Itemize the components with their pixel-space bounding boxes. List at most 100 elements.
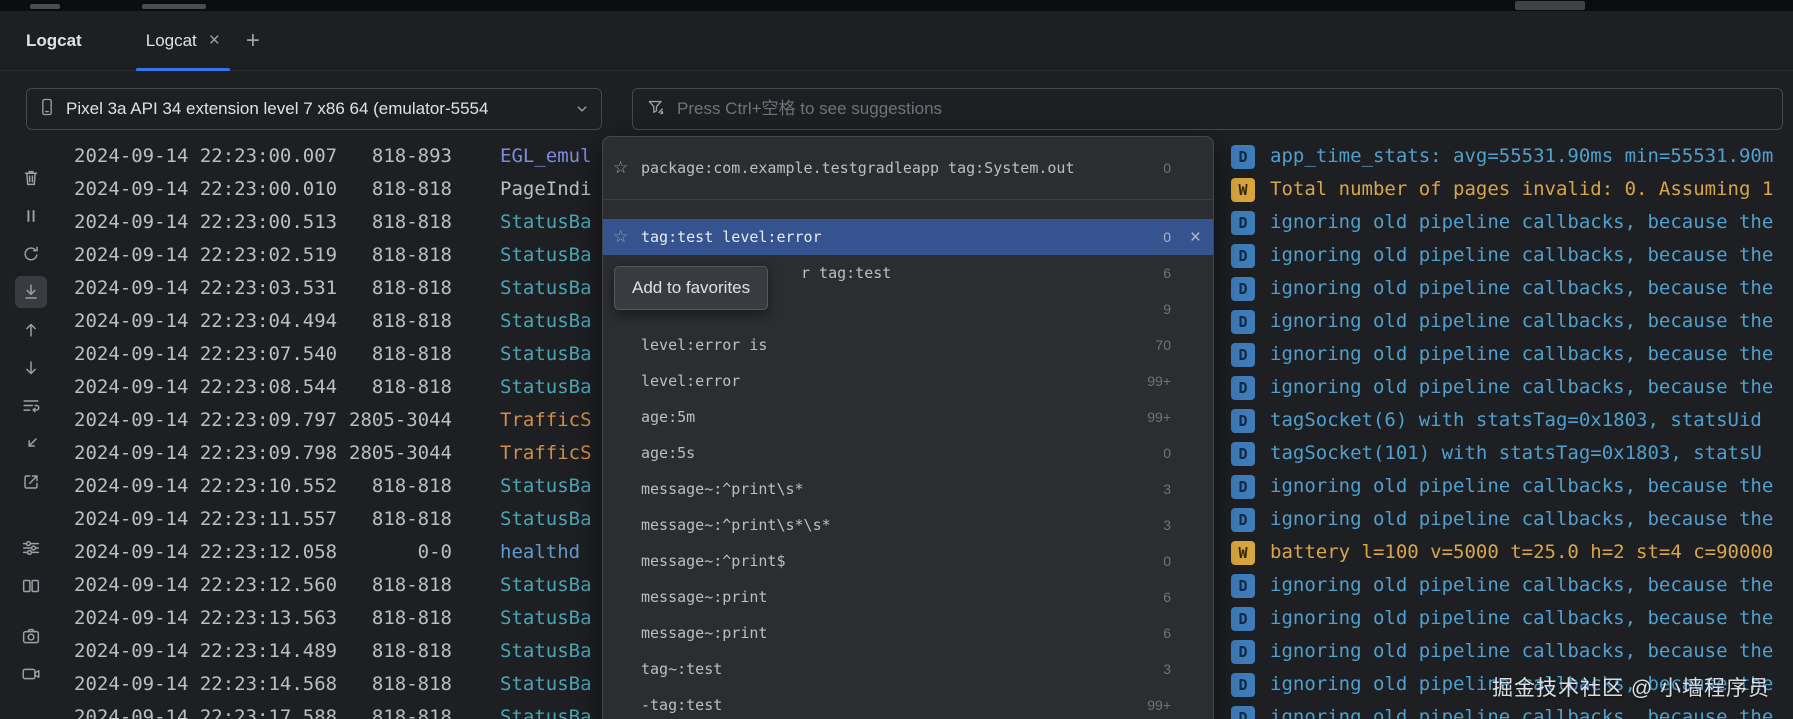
remove-suggestion-icon[interactable]: ×: [1171, 228, 1201, 247]
star-icon[interactable]: ☆: [613, 227, 641, 247]
log-pid-tid: 818-818: [348, 338, 452, 371]
tab-logcat[interactable]: Logcat ×: [134, 11, 232, 70]
star-icon[interactable]: ☆: [613, 158, 641, 178]
titlebar-button-fragment: [1515, 1, 1585, 10]
suggestion-text: r tag:test: [801, 264, 1125, 282]
suggestion-text: message~:^print\s*\s*: [641, 516, 1125, 534]
soft-wrap-icon[interactable]: [15, 390, 47, 422]
suggestion-item[interactable]: message~:^print$0: [603, 543, 1213, 579]
match-count: 6: [1125, 589, 1171, 605]
suggestion-item[interactable]: message~:^print\s*\s*3: [603, 507, 1213, 543]
suggestion-text: tag~:test: [641, 660, 1125, 678]
suggestion-text: message~:^print$: [641, 552, 1125, 570]
scroll-to-end-icon[interactable]: [15, 276, 47, 308]
log-pid-tid: 818-818: [348, 470, 452, 503]
match-count: 3: [1125, 517, 1171, 533]
log-pid-tid: 818-818: [348, 173, 452, 206]
log-tag: PageIndi: [500, 173, 592, 206]
log-tag: TrafficS: [500, 437, 592, 470]
log-timestamp: 2024-09-14 22:23:17.588: [74, 701, 337, 719]
log-level-chip: D: [1231, 442, 1255, 466]
log-level-chip: D: [1231, 343, 1255, 367]
log-timestamp: 2024-09-14 22:23:04.494: [74, 305, 337, 338]
log-level-chip: D: [1231, 640, 1255, 664]
close-tab-icon[interactable]: ×: [209, 31, 220, 50]
log-tag: StatusBa: [500, 503, 592, 536]
next-occurrence-icon[interactable]: [15, 352, 47, 384]
log-pid-tid: 818-818: [348, 239, 452, 272]
logcat-top-toolbar: Pixel 3a API 34 extension level 7 x86 64…: [0, 84, 1793, 134]
log-pid-tid: 818-818: [348, 602, 452, 635]
log-timestamp: 2024-09-14 22:23:00.010: [74, 173, 337, 206]
filter-input[interactable]: [677, 99, 1769, 119]
active-tab-indicator: [136, 68, 230, 71]
log-pid-tid: 818-818: [348, 635, 452, 668]
suggestion-item[interactable]: message~:print6: [603, 615, 1213, 651]
log-timestamp: 2024-09-14 22:23:12.560: [74, 569, 337, 602]
log-level-chip: D: [1231, 508, 1255, 532]
suggestion-item[interactable]: message~:print6: [603, 579, 1213, 615]
filter-field[interactable]: [632, 88, 1783, 130]
popup-separator: [603, 199, 1213, 200]
log-message: app_time_stats: avg=55531.90ms min=55531…: [1270, 140, 1793, 173]
log-pid-tid: 2805-3044: [348, 437, 452, 470]
match-count: 99+: [1125, 409, 1171, 425]
log-message: battery l=100 v=5000 t=25.0 h=2 st=4 c=9…: [1270, 536, 1793, 569]
screenshot-icon[interactable]: [15, 620, 47, 652]
screen-record-icon[interactable]: [15, 658, 47, 690]
chevron-down-icon: [573, 100, 591, 118]
log-timestamp: 2024-09-14 22:23:12.058: [74, 536, 337, 569]
device-icon: [37, 97, 57, 122]
log-timestamp: 2024-09-14 22:23:08.544: [74, 371, 337, 404]
add-tab-icon[interactable]: +: [246, 29, 260, 53]
suggestion-item[interactable]: message~:^print\s*3: [603, 471, 1213, 507]
export-icon[interactable]: [15, 466, 47, 498]
log-level-chip: D: [1231, 409, 1255, 433]
titlebar-fragment: [142, 4, 206, 9]
pause-icon[interactable]: [15, 200, 47, 232]
suggestion-item[interactable]: ☆package:com.example.testgradleapp tag:S…: [603, 150, 1213, 186]
restart-icon[interactable]: [15, 238, 47, 270]
log-tag: StatusBa: [500, 701, 592, 719]
suggestion-item[interactable]: age:5s0: [603, 435, 1213, 471]
suggestion-text: message~:^print\s*: [641, 480, 1125, 498]
suggestion-item[interactable]: level:error is70: [603, 327, 1213, 363]
suggestion-item[interactable]: ☆tag:test level:error0×: [603, 219, 1213, 255]
watermark: 掘金技术社区 @ 小墙程序员: [1492, 672, 1770, 702]
log-timestamp: 2024-09-14 22:23:09.798: [74, 437, 337, 470]
suggestion-text: package:com.example.testgradleapp tag:Sy…: [641, 159, 1125, 177]
tooltip-text: Add to favorites: [632, 278, 750, 297]
match-count: 9: [1125, 301, 1171, 317]
match-count: 3: [1125, 481, 1171, 497]
log-message: ignoring old pipeline callbacks, because…: [1270, 305, 1793, 338]
clear-logcat-icon[interactable]: [15, 162, 47, 194]
split-panels-icon[interactable]: [15, 570, 47, 602]
log-pid-tid: 818-818: [348, 569, 452, 602]
log-level-chip: W: [1231, 541, 1255, 565]
suggestion-text: tag:test level:error: [641, 228, 1125, 246]
suggestion-text: level:error is: [641, 336, 1125, 354]
filter-funnel-icon: [646, 97, 666, 122]
suggestion-item[interactable]: level:error99+: [603, 363, 1213, 399]
device-selector[interactable]: Pixel 3a API 34 extension level 7 x86 64…: [26, 88, 602, 130]
log-message: ignoring old pipeline callbacks, because…: [1270, 470, 1793, 503]
suggestion-item[interactable]: tag~:test3: [603, 651, 1213, 687]
log-pid-tid: 818-818: [348, 668, 452, 701]
tab-label: Logcat: [146, 31, 197, 51]
configure-logcat-icon[interactable]: [15, 532, 47, 564]
device-selector-value: Pixel 3a API 34 extension level 7 x86 64…: [66, 99, 564, 119]
suggestion-item[interactable]: age:5m99+: [603, 399, 1213, 435]
log-level-chip: D: [1231, 244, 1255, 268]
log-pid-tid: 818-818: [348, 272, 452, 305]
suggestion-text: -tag:test: [641, 696, 1125, 714]
log-pid-tid: 818-818: [348, 503, 452, 536]
log-level-chip: D: [1231, 376, 1255, 400]
import-icon[interactable]: [15, 428, 47, 460]
suggestion-text: message~:print: [641, 624, 1125, 642]
log-pid-tid: 818-818: [348, 206, 452, 239]
suggestion-item[interactable]: -tag:test99+: [603, 687, 1213, 719]
match-count: 3: [1125, 661, 1171, 677]
previous-occurrence-icon[interactable]: [15, 314, 47, 346]
suggestions-popup: ☆package:com.example.testgradleapp tag:S…: [602, 136, 1214, 719]
window-titlebar-sliver: [0, 0, 1793, 11]
